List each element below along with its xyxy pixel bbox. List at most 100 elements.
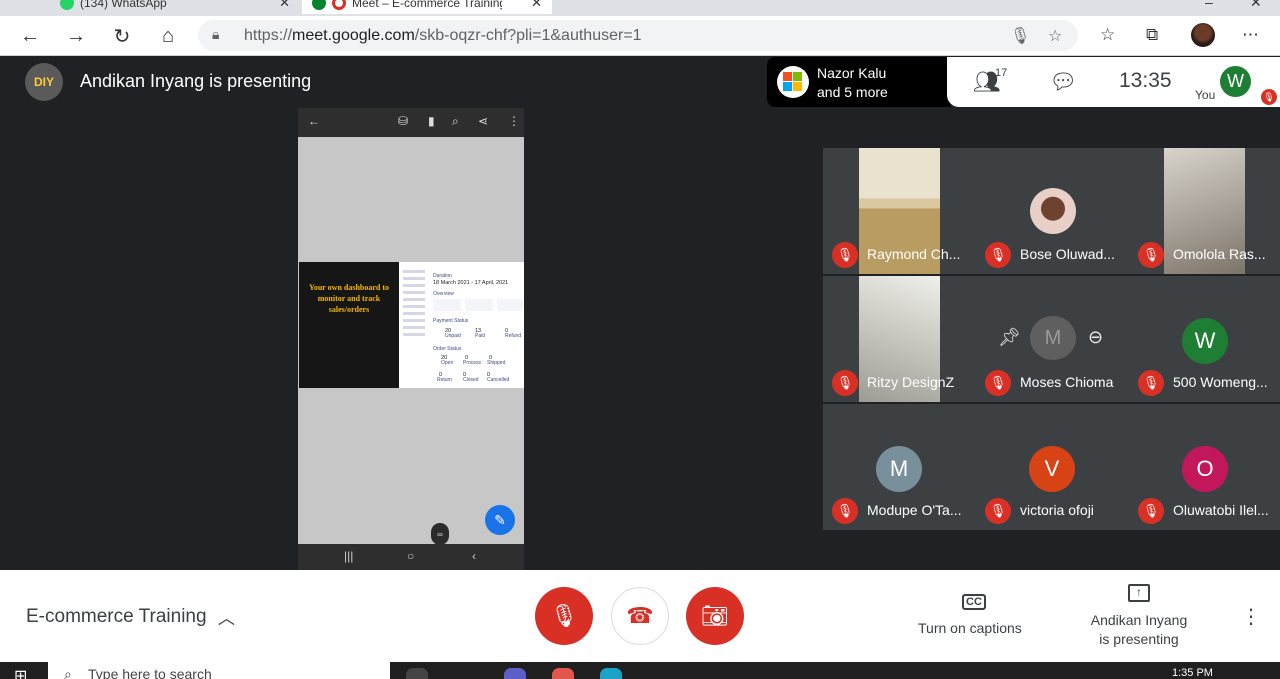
forward-icon[interactable]: → [64, 24, 88, 48]
mic-off-icon: 🎙︎ [1138, 498, 1164, 524]
participant-tile[interactable]: M 🎙︎ Modupe O'Ta... [823, 404, 976, 530]
viewer-toolbar: ← ⛁ ▮ ⌕ ⋖ ⋮ [298, 108, 524, 137]
more-options-icon[interactable]: ⋮ [1241, 604, 1261, 629]
favorites-icon[interactable]: ☆ [1100, 25, 1115, 45]
self-label: You [1195, 88, 1216, 102]
nav-back-icon[interactable]: ‹ [472, 549, 476, 563]
windows-start-icon[interactable]: ⊞ [14, 666, 27, 679]
presenting-line2: is presenting [1099, 631, 1179, 647]
microsoft-logo-icon [777, 66, 809, 98]
search-placeholder: Type here to search [88, 666, 212, 679]
joined-more: and 5 more [817, 84, 888, 100]
participant-name: Oluwatobi Ilel... [1173, 502, 1269, 518]
recent-joiners-notice[interactable]: Nazor Kalu and 5 more [767, 57, 951, 107]
participant-tile[interactable]: 🎙︎ Ritzy DesignZ [823, 276, 976, 402]
overview-label: Overview [433, 291, 454, 297]
captions-icon[interactable]: CC [962, 594, 986, 610]
presenter-avatar: DIY [25, 63, 63, 101]
closed-label: Closed [463, 377, 479, 383]
participant-tile[interactable]: 🎙︎ Bose Oluwad... [976, 148, 1129, 274]
camera-toggle-button[interactable]: 📷︎ [686, 587, 744, 645]
home-circle-icon[interactable]: ○ [407, 549, 414, 563]
more-vertical-icon[interactable]: ⋮ [508, 114, 520, 128]
minimize-icon[interactable]: – [1205, 0, 1213, 10]
tab-meet[interactable]: Meet – E-commerce Training ✕ [302, 0, 552, 14]
microphone-icon[interactable]: 🎙︎ [1010, 26, 1030, 46]
participant-avatar: M [1030, 316, 1076, 360]
back-icon[interactable]: ← [18, 24, 42, 48]
recording-icon [332, 0, 346, 10]
slide-caption: Your own dashboard to monitor and track … [308, 283, 390, 314]
close-icon[interactable]: ✕ [279, 0, 290, 11]
participant-tile[interactable]: W 🎙︎ 500 Womeng... [1129, 276, 1280, 402]
participant-name: Bose Oluwad... [1020, 246, 1115, 262]
meeting-controls-bar: E-commerce Training ︿ 🎙︎ ☎︎ 📷︎ CC Turn o… [0, 570, 1280, 662]
present-icon[interactable]: ↑ [1128, 584, 1150, 602]
close-icon[interactable]: ✕ [531, 0, 542, 11]
participant-tile[interactable]: 🎙︎ Raymond Ch... [823, 148, 976, 274]
slide: Your own dashboard to monitor and track … [299, 262, 524, 388]
captions-button[interactable]: Turn on captions [918, 620, 1022, 636]
edge-icon[interactable] [600, 668, 622, 679]
avatar-text: DIY [33, 75, 54, 89]
participant-count: 17 [995, 67, 1008, 79]
participant-tile[interactable]: O 🎙︎ Oluwatobi Ilel... [1129, 404, 1280, 530]
leave-call-button[interactable]: ☎︎ [611, 587, 669, 645]
app-icon[interactable] [552, 668, 574, 679]
remove-icon[interactable]: ⊖ [1088, 327, 1103, 348]
overview-card [497, 299, 523, 311]
file-icon[interactable]: ▮ [428, 114, 435, 128]
profile-avatar[interactable] [1191, 23, 1215, 47]
edit-pencil-icon[interactable]: ✎ [485, 505, 515, 535]
lock-icon[interactable]: 🔒︎ [212, 26, 219, 43]
shared-screen[interactable]: ← ⛁ ▮ ⌕ ⋖ ⋮ Your own dashboard to monito… [298, 108, 524, 570]
tab-label: Meet – E-commerce Training [352, 0, 502, 10]
joined-name: Nazor Kalu [817, 65, 887, 81]
mic-off-icon: 🎙︎ [832, 370, 858, 396]
camera-off-icon: 📷︎ [701, 603, 729, 628]
more-horizontal-icon[interactable]: ⋯ [1242, 25, 1259, 45]
presentation-button[interactable]: Andikan Inyang is presenting [1080, 611, 1198, 649]
back-arrow-icon[interactable]: ← [308, 114, 320, 128]
mic-off-icon: 🎙︎ [832, 498, 858, 524]
mic-off-icon: 🎙︎ [1261, 89, 1277, 105]
address-bar[interactable]: 🔒︎ https://meet.google.com/skb-oqzr-chf?… [198, 20, 1078, 51]
share-icon[interactable]: ⋖ [478, 114, 488, 128]
participant-tile[interactable]: 🎙︎ Omolola Ras... [1129, 148, 1280, 274]
search-icon[interactable]: ⌕ [452, 114, 459, 129]
participant-avatar: O [1182, 446, 1228, 492]
tab-whatsapp[interactable]: (134) WhatsApp ✕ [50, 0, 300, 14]
windows-taskbar: ⊞ ⌕ Type here to search 1:35 PM [0, 662, 1280, 679]
taskbar-clock: 1:35 PM [1172, 667, 1213, 679]
chevron-up-icon[interactable]: ︿ [218, 604, 235, 629]
chat-icon[interactable]: 💬︎ [1049, 69, 1077, 95]
collections-icon[interactable]: ⧉ [1146, 25, 1158, 45]
self-avatar[interactable]: W [1220, 66, 1251, 97]
refresh-icon[interactable]: ↻ [110, 24, 134, 48]
home-icon[interactable]: ⌂ [156, 24, 180, 48]
window-close-icon[interactable]: ✕ [1250, 0, 1262, 11]
taskbar-search[interactable]: ⌕ Type here to search [48, 662, 390, 679]
infinity-icon[interactable]: ∞ [431, 523, 449, 545]
mic-toggle-button[interactable]: 🎙︎ [535, 587, 593, 645]
presenter-banner: Andikan Inyang is presenting [80, 71, 312, 91]
search-icon: ⌕ [64, 666, 72, 679]
pin-icon[interactable]: 📌︎ [998, 327, 1021, 348]
participant-tile[interactable]: V 🎙︎ victoria ofoji [976, 404, 1129, 530]
meeting-title[interactable]: E-commerce Training [26, 606, 207, 628]
whatsapp-icon [60, 0, 74, 10]
participant-avatar: W [1182, 318, 1228, 364]
paid-label: Paid [475, 333, 486, 339]
favorite-star-icon[interactable]: ☆ [1048, 26, 1062, 46]
payment-status-label: Payment Status [433, 318, 469, 324]
taskview-icon[interactable] [406, 668, 428, 679]
mic-off-icon: 🎙︎ [1138, 242, 1164, 268]
mic-off-icon: 🎙︎ [985, 242, 1011, 268]
drive-icon[interactable]: ⛁ [398, 114, 408, 128]
teams-icon[interactable] [504, 668, 526, 679]
participant-name: Moses Chioma [1020, 374, 1114, 390]
url-text[interactable]: https://meet.google.com/skb-oqzr-chf?pli… [244, 27, 642, 45]
participant-name: Ritzy DesignZ [867, 374, 955, 390]
mic-off-icon: 🎙︎ [985, 498, 1011, 524]
recents-icon[interactable]: ||| [344, 549, 353, 563]
